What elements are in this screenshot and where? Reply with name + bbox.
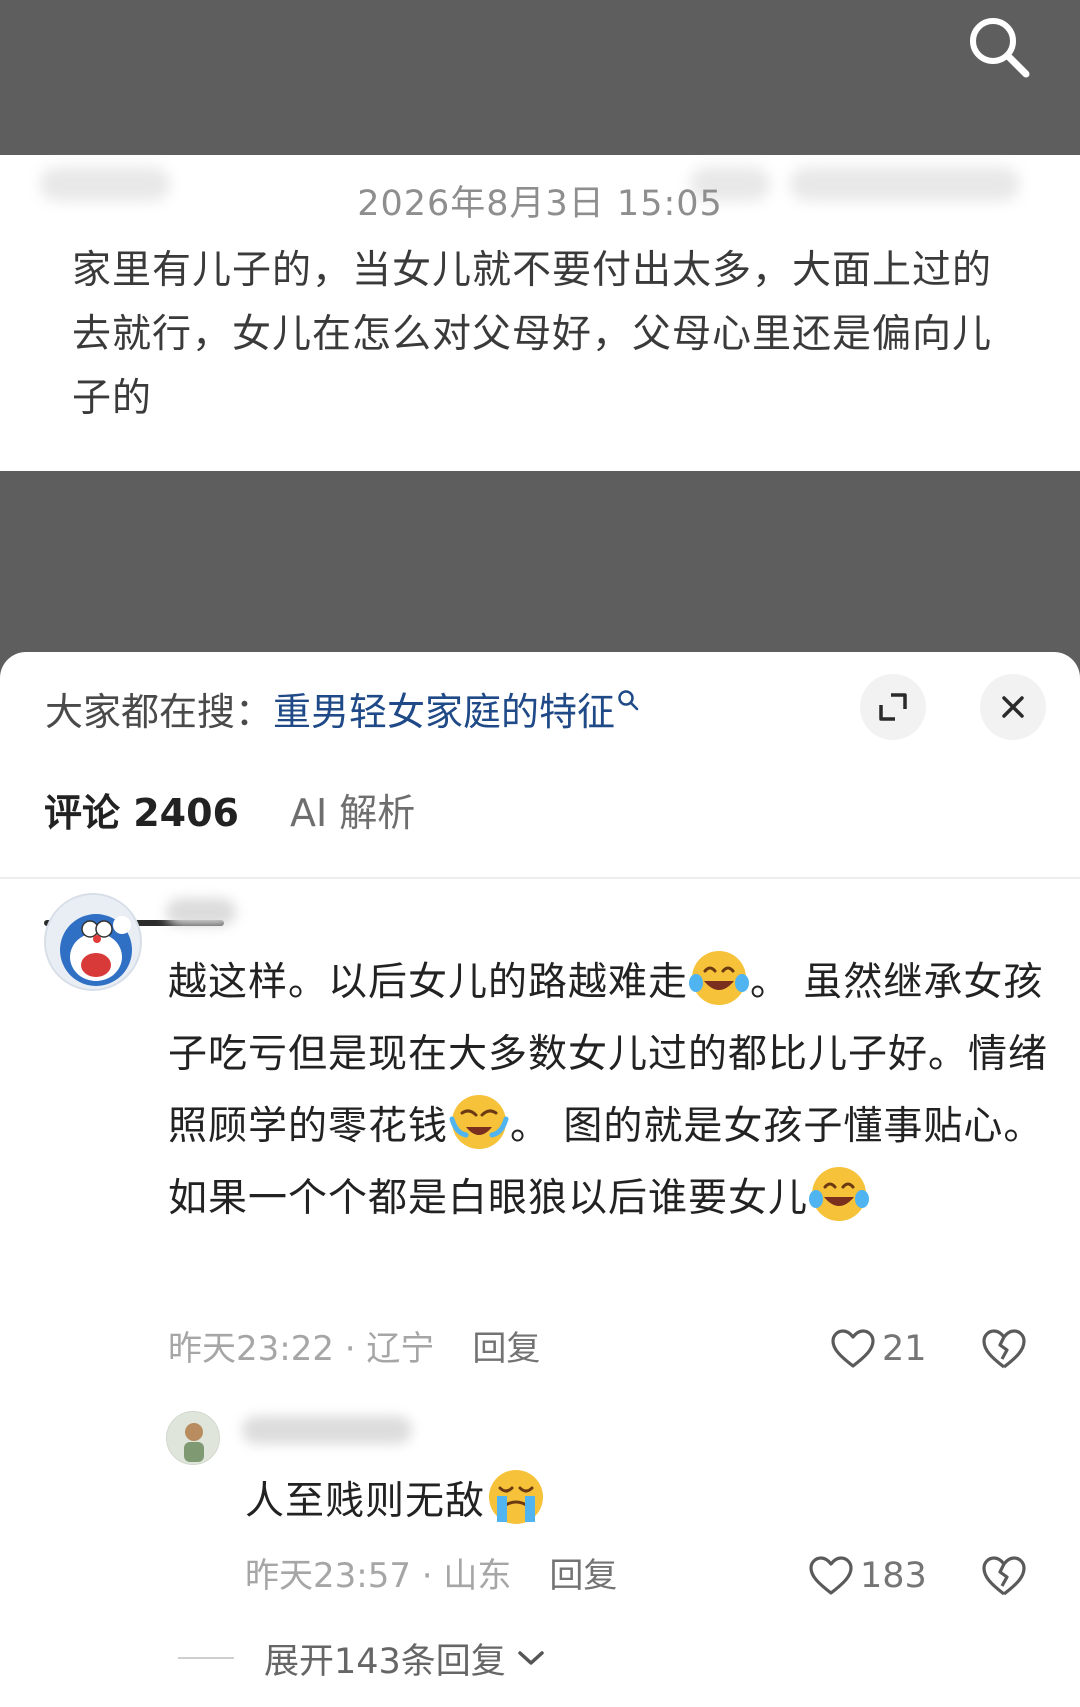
comment-text-part: 越这样。以后女儿的路越难走 — [168, 960, 689, 1005]
fullscreen-button[interactable] — [860, 674, 926, 740]
reply-button[interactable]: 回复 — [472, 1329, 540, 1369]
close-button[interactable] — [980, 674, 1046, 740]
heart-icon — [831, 1329, 875, 1368]
post-date: 2026年8月3日 15:05 — [357, 184, 723, 224]
meta-separator: · — [333, 1329, 367, 1369]
search-icon — [618, 690, 639, 711]
divider — [0, 877, 1080, 879]
comment-tabs: 评论 2406 AI 解析 — [0, 772, 1080, 930]
avatar[interactable] — [44, 893, 142, 991]
heart-icon — [809, 1556, 853, 1595]
post-card: 2026年8月3日 15:05 家里有儿子的，当女儿就不要付出太多，大面上过的去… — [0, 155, 1080, 471]
chevron-down-icon — [518, 1651, 544, 1665]
reply-text-content: 人至贱则无敌 — [245, 1479, 486, 1524]
reply-time: 昨天23:57 — [245, 1556, 411, 1596]
broken-heart-icon — [982, 1556, 1026, 1596]
like-count: 183 — [860, 1556, 927, 1596]
reply-meta: 昨天23:57 · 山东 回复 — [245, 1550, 617, 1602]
post-text: 家里有儿子的，当女儿就不要付出太多，大面上过的去就行，女儿在怎么对父母好，父母心… — [72, 248, 993, 421]
search-icon — [970, 18, 1030, 78]
search-button[interactable] — [962, 10, 1036, 84]
comment-text: 越这样。以后女儿的路越难走 。 虽然继承女孩子吃亏但是现在大多数女儿过的都比儿子… — [168, 947, 1048, 1235]
username-blurred[interactable] — [166, 898, 236, 926]
avatar[interactable] — [166, 1411, 220, 1465]
username-blurred[interactable] — [242, 1416, 412, 1444]
reply-text: 人至贱则无敌 — [245, 1466, 1045, 1538]
comment-meta: 昨天23:22 · 辽宁 回复 — [168, 1323, 540, 1375]
like-count: 21 — [882, 1329, 927, 1369]
expand-replies-button[interactable]: 展开143条回复 — [178, 1630, 546, 1686]
dislike-button[interactable] — [980, 1327, 1028, 1371]
broken-heart-icon — [982, 1329, 1026, 1369]
crying-laughing-emoji — [449, 1095, 509, 1149]
dislike-button[interactable] — [980, 1554, 1028, 1598]
tears-of-joy-emoji — [689, 951, 750, 1005]
tab-comments[interactable]: 评论 2406 — [44, 772, 239, 854]
close-icon — [1002, 696, 1024, 718]
tab-ai-analysis[interactable]: AI 解析 — [290, 772, 415, 854]
comment-time: 昨天23:22 — [168, 1329, 334, 1369]
hot-search-bar[interactable]: 大家都在搜：重男轻女家庭的特征 — [45, 682, 639, 742]
reply-button[interactable]: 回复 — [549, 1556, 617, 1596]
reply-location: 山东 — [443, 1556, 512, 1596]
like-button[interactable]: 183 — [808, 1550, 927, 1602]
avatar-image — [167, 1412, 219, 1464]
comment-location: 辽宁 — [366, 1329, 435, 1369]
expand-divider-line — [178, 1657, 234, 1659]
tears-of-joy-emoji — [809, 1167, 870, 1221]
meta-separator: · — [410, 1556, 444, 1596]
expand-replies-label: 展开143条回复 — [264, 1641, 506, 1682]
avatar-image — [46, 895, 140, 989]
like-button[interactable]: 21 — [830, 1323, 927, 1375]
hot-search-term[interactable]: 重男轻女家庭的特征 — [273, 690, 615, 734]
hot-search-prefix: 大家都在搜： — [45, 690, 274, 734]
crying-emoji — [489, 1470, 544, 1524]
expand-icon — [879, 693, 907, 721]
